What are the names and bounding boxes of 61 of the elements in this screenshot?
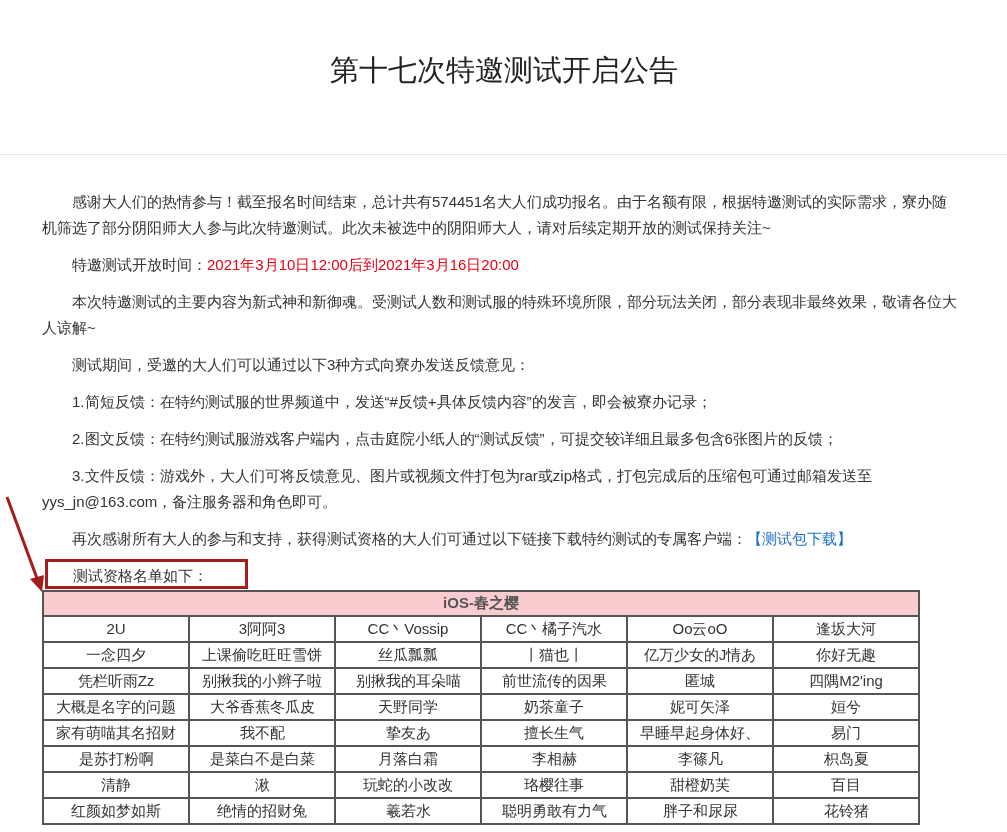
table-cell: 清静	[43, 772, 189, 798]
paragraph: 1.简短反馈：在特约测试服的世界频道中，发送“#反馈+具体反馈内容”的发言，即会被寮办记录；	[71, 392, 713, 412]
table-caption: iOS-春之樱	[43, 591, 919, 616]
table-cell: 月落白霜	[335, 746, 481, 772]
table-cell: 擅长生气	[481, 720, 627, 746]
table-cell: 丨猫也丨	[481, 642, 627, 668]
table-cell: CC丶Vossip	[335, 616, 481, 642]
table-cell: 一念四夕	[43, 642, 189, 668]
table-cell: 姮兮	[773, 694, 919, 720]
label-text: 特邀测试开放时间：	[72, 255, 207, 275]
table-cell: 你好无趣	[773, 642, 919, 668]
table-cell: 羲若水	[335, 798, 481, 824]
table-cell: 别揪我的耳朵喵	[335, 668, 481, 694]
table-cell: 我不配	[189, 720, 335, 746]
table-cell: 上课偷吃旺旺雪饼	[189, 642, 335, 668]
table-cell: 妮可矢泽	[627, 694, 773, 720]
table-cell: 凭栏听雨Zz	[43, 668, 189, 694]
table-cell: 匿城	[627, 668, 773, 694]
table-cell: 亿万少女的J情あ	[627, 642, 773, 668]
table-cell: 易门	[773, 720, 919, 746]
table-cell: 红颜如梦如斯	[43, 798, 189, 824]
table-cell: 前世流传的因果	[481, 668, 627, 694]
list-heading: 测试资格名单如下：	[73, 566, 208, 586]
page-title: 第十七次特邀测试开启公告	[329, 53, 678, 89]
table-cell: 早睡早起身体好、	[627, 720, 773, 746]
table-cell: 是菜白不是白菜	[189, 746, 335, 772]
table-cell: 聪明勇敢有力气	[481, 798, 627, 824]
table-cell: 枳岛夏	[773, 746, 919, 772]
table-cell: 大爷香蕉冬瓜皮	[189, 694, 335, 720]
table-cell: 天野同学	[335, 694, 481, 720]
table-cell: 别揪我的小辫子啦	[189, 668, 335, 694]
table-cell: 奶茶童子	[481, 694, 627, 720]
paragraph: 3.文件反馈：游戏外，大人们可将反馈意见、图片或视频文件打包为rar或zip格式，打包完成后的压缩包可通过邮箱发送至yys_jn@163.com，备注服务器和角色即可。	[42, 466, 874, 512]
table-cell: CC丶橘子汽水	[481, 616, 627, 642]
table-cell: 绝情的招财兔	[189, 798, 335, 824]
table-cell: 胖子和尿尿	[627, 798, 773, 824]
download-link[interactable]: 【测试包下载】	[747, 530, 852, 547]
paragraph: 再次感谢所有大人的参与和支持，获得测试资格的大人们可通过以下链接下载特约测试的专属客户端：【测试包下载】	[71, 529, 853, 549]
table-cell: 百目	[773, 772, 919, 798]
paragraph: 本次特邀测试的主要内容为新式神和新御魂。受测试人数和测试服的特殊环境所限，部分玩法关闭，部分表现非最终效果，敬请各位大人谅解~	[42, 292, 958, 338]
date-range: 2021年3月10日12:00后到2021年3月16日20:00	[207, 255, 519, 275]
table-cell: Oo云oO	[627, 616, 773, 642]
table-cell: 珞樱往事	[481, 772, 627, 798]
table-cell: 逢坂大河	[773, 616, 919, 642]
table-cell: 花铃猪	[773, 798, 919, 824]
table-cell: 丝瓜瓢瓢	[335, 642, 481, 668]
table-cell: 挚友あ	[335, 720, 481, 746]
table-cell: 李相赫	[481, 746, 627, 772]
table-cell: 甜橙奶芙	[627, 772, 773, 798]
table-cell: 李篠凡	[627, 746, 773, 772]
table-cell: 2U	[43, 616, 189, 642]
table-cell: 是苏打粉啊	[43, 746, 189, 772]
table-cell: 大概是名字的问题	[43, 694, 189, 720]
table-cell: 湫	[189, 772, 335, 798]
paragraph: 测试期间，受邀的大人们可以通过以下3种方式向寮办发送反馈意见：	[71, 355, 532, 375]
table-cell: 3阿阿3	[189, 616, 335, 642]
paragraph: 感谢大人们的热情参与！截至报名时间结束，总计共有574451名大人们成功报名。由于名额有限，根据特邀测试的实际需求，寮办随机筛选了部分阴阳师大人参与此次特邀测试。此次未被选中的阴阳师大人，请对后续定期开放的测试保持关注~	[42, 192, 949, 238]
table-cell: 玩蛇的小改改	[335, 772, 481, 798]
paragraph: 2.图文反馈：在特约测试服游戏客户端内，点击庭院小纸人的“测试反馈”，可提交较详细且最多包含6张图片的反馈；	[71, 429, 839, 449]
table-cell: 四隅M2'ing	[773, 668, 919, 694]
table-cell: 家有萌喵其名招财	[43, 720, 189, 746]
